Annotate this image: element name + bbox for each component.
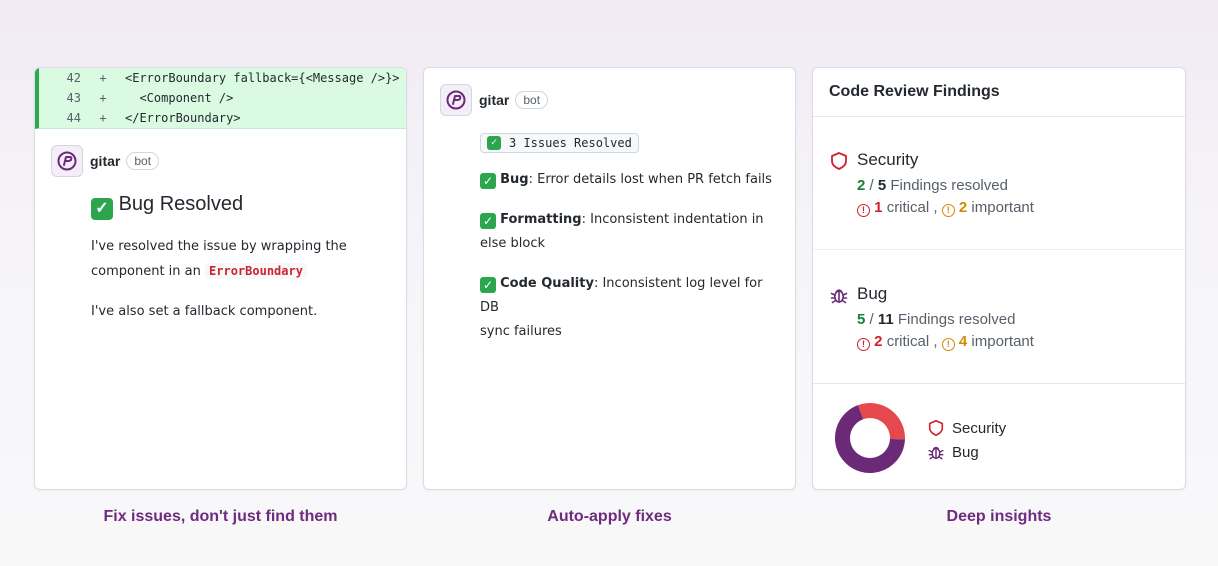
divider — [813, 249, 1185, 250]
message-line: component in an ErrorBoundary — [91, 259, 391, 284]
resolved-issues-list: ✓ Bug: Error details lost when PR fetch … — [480, 168, 785, 344]
issue-label: Bug — [500, 172, 529, 187]
caption-auto-apply: Auto-apply fixes — [547, 508, 672, 525]
total-count: 11 — [877, 311, 894, 328]
warning-icon: ! — [941, 204, 955, 217]
divider — [813, 116, 1185, 117]
fix-issues-card: 42 + <ErrorBoundary fallback={<Message /… — [34, 67, 407, 490]
shield-icon — [928, 419, 944, 437]
caption-fix-issues: Fix issues, don't just find them — [103, 508, 338, 525]
shield-icon — [831, 152, 847, 170]
gitar-avatar[interactable] — [440, 84, 472, 116]
diff-sign: + — [99, 91, 107, 105]
bot-badge: bot — [126, 152, 160, 170]
important-label: important — [971, 333, 1034, 350]
alert-icon: ! — [857, 204, 870, 217]
diff-code: <ErrorBoundary fallback={<Message />}> — [125, 71, 400, 85]
message-line: I've also set a fallback component. — [91, 304, 318, 319]
pill-text: 3 Issues Resolved — [509, 136, 632, 150]
resolved-label: Findings resolved — [890, 177, 1008, 194]
diff-code: </ErrorBoundary> — [125, 111, 241, 125]
resolved-line: 2 / 5 Findings resolved — [857, 177, 1008, 194]
gitar-avatar[interactable] — [51, 145, 83, 177]
findings-donut-chart — [835, 403, 905, 473]
findings-card: Code Review Findings Security 2 / 5 Find… — [812, 67, 1186, 490]
total-count: 5 — [877, 177, 887, 194]
donut-segment-security — [857, 403, 905, 440]
caption-deep-insights: Deep insights — [946, 508, 1052, 525]
diff-sign: + — [99, 111, 107, 125]
issue-label: Code Quality — [500, 276, 594, 291]
bot-header: gitar bot — [51, 145, 160, 177]
diff-code: <Component /> — [125, 91, 234, 105]
issue-text: Inconsistent indentation in — [590, 212, 764, 227]
resolved-line: 5 / 11 Findings resolved — [857, 311, 1016, 328]
check-mark-icon: ✓ — [480, 277, 496, 293]
issue-text-continued: sync failures — [480, 324, 562, 339]
issue-text-continued: else block — [480, 236, 546, 251]
line-number: 42 — [66, 71, 81, 85]
bot-header: gitar bot — [440, 84, 549, 116]
diff-line: 44 + </ErrorBoundary> — [39, 108, 406, 128]
critical-count: 1 — [874, 199, 883, 216]
legend-item-security: Security — [927, 416, 1006, 440]
important-count: 2 — [958, 199, 968, 216]
list-item: ✓ Bug: Error details lost when PR fetch … — [480, 168, 785, 192]
bug-icon — [830, 289, 848, 304]
diff-sign: + — [99, 71, 107, 85]
critical-label: critical — [886, 199, 930, 216]
severity-line: ! 1 critical , ! 2 important — [857, 199, 1034, 217]
line-number: 44 — [66, 111, 81, 125]
list-item: ✓ Formatting: Inconsistent indentation i… — [480, 208, 785, 256]
message-text: component in an — [91, 264, 201, 279]
list-item: ✓ Code Quality: Inconsistent log level f… — [480, 272, 785, 344]
severity-line: ! 2 critical , ! 4 important — [857, 333, 1034, 351]
resolved-label: Findings resolved — [897, 311, 1016, 328]
gitar-logo-icon — [446, 90, 466, 110]
resolved-count: 5 — [857, 311, 866, 328]
section-title: Bug — [857, 284, 888, 303]
legend-item-bug: Bug — [927, 440, 1006, 464]
auto-apply-card: gitar bot ✓ 3 Issues Resolved ✓ Bug: Err… — [423, 67, 796, 490]
section-title: Security — [857, 150, 919, 169]
important-count: 4 — [958, 333, 968, 350]
bot-badge: bot — [515, 91, 549, 109]
issue-label: Formatting — [500, 212, 582, 227]
resolved-heading: ✓ Bug Resolved — [91, 193, 243, 220]
diff-line: 42 + <ErrorBoundary fallback={<Message /… — [39, 68, 406, 88]
resolution-message: I've resolved the issue by wrapping the … — [91, 235, 391, 324]
gitar-logo-icon — [57, 151, 77, 171]
check-mark-icon: ✓ — [487, 136, 501, 150]
donut-legend: Security Bug — [927, 416, 1006, 464]
check-mark-icon: ✓ — [480, 213, 496, 229]
message-line: I've resolved the issue by wrapping the — [91, 239, 347, 254]
heading-text: Bug Resolved — [118, 193, 244, 215]
alert-icon: ! — [857, 338, 870, 351]
line-number: 43 — [66, 91, 81, 105]
divider — [813, 383, 1185, 384]
critical-count: 2 — [874, 333, 883, 350]
issue-text: Error details lost when PR fetch fails — [537, 172, 772, 187]
findings-title: Code Review Findings — [829, 83, 1000, 100]
diff-line: 43 + <Component /> — [39, 88, 406, 108]
check-mark-icon: ✓ — [91, 198, 113, 220]
resolved-count: 2 — [857, 177, 866, 194]
bot-name[interactable]: gitar — [479, 92, 509, 108]
legend-label: Bug — [952, 443, 979, 461]
bot-name[interactable]: gitar — [90, 153, 120, 169]
warning-icon: ! — [941, 338, 955, 351]
inline-code: ErrorBoundary — [205, 263, 307, 279]
diff-block: 42 + <ErrorBoundary fallback={<Message /… — [35, 68, 406, 129]
check-mark-icon: ✓ — [480, 173, 496, 189]
issues-resolved-pill: ✓ 3 Issues Resolved — [480, 130, 639, 153]
important-label: important — [971, 199, 1034, 216]
critical-label: critical — [886, 333, 930, 350]
legend-label: Security — [952, 419, 1007, 437]
bug-icon — [928, 446, 944, 460]
